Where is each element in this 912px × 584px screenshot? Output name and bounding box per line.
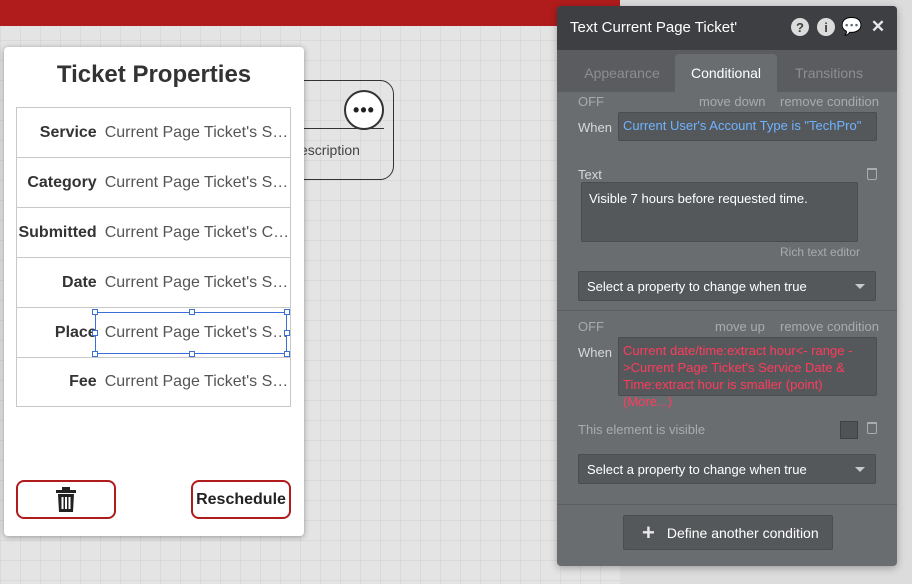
resize-handle[interactable] [284,330,290,336]
move-down-link[interactable]: move down [699,94,765,109]
property-row-submitted[interactable]: Submitted Current Page Ticket's Cr... [17,208,290,258]
canvas-element-text: escription [300,142,360,158]
tab-appearance[interactable]: Appearance [569,54,675,92]
property-label: Category [27,173,97,191]
info-icon[interactable]: i [817,18,835,36]
trash-icon [56,486,76,512]
property-dropdown[interactable]: Select a property to change when true [578,271,876,301]
panel-header: Text Current Page Ticket' ? i 💬 ✕ [557,6,897,50]
trash-icon[interactable] [867,168,877,180]
condition-divider [557,310,897,311]
property-name: Text [578,167,602,182]
property-value[interactable]: Current Page Ticket's Se... [105,373,290,391]
dropdown-label: Select a property to change when true [587,278,807,294]
tab-transitions[interactable]: Transitions [777,54,881,92]
property-label: Fee [69,373,97,390]
define-condition-label: Define another condition [666,524,819,541]
condition-status[interactable]: OFF [578,319,604,334]
resize-handle[interactable] [189,309,195,315]
delete-button[interactable] [16,480,116,519]
remove-condition-link[interactable]: remove condition [780,319,879,334]
when-label: When [578,120,612,135]
define-condition-button[interactable]: + Define another condition [623,515,833,550]
properties-table: Service Current Page Ticket's Se... Cate… [16,107,291,407]
ticket-properties-popup: Ticket Properties Service Current Page T… [4,47,304,536]
selection-outline[interactable] [92,309,290,357]
property-dropdown[interactable]: Select a property to change when true [578,454,876,484]
resize-handle[interactable] [92,330,98,336]
reschedule-button[interactable]: Reschedule [191,480,291,519]
trash-icon[interactable] [867,422,877,434]
property-row-fee[interactable]: Fee Current Page Ticket's Se... [17,358,290,406]
property-row-service[interactable]: Service Current Page Ticket's Se... [17,108,290,158]
property-row-category[interactable]: Category Current Page Ticket's Se... [17,158,290,208]
resize-handle[interactable] [189,351,195,357]
condition-expression[interactable]: Current User's Account Type is "TechPro" [618,112,877,141]
close-icon[interactable]: ✕ [869,17,887,36]
property-label: Service [39,123,97,141]
conditional-inspector-panel: Text Current Page Ticket' ? i 💬 ✕ Appear… [557,6,897,566]
visible-label: This element is visible [578,422,706,437]
move-up-link[interactable]: move up [715,319,765,334]
canvas-element-divider [300,128,384,129]
property-value[interactable]: Current Page Ticket's Cr... [105,224,290,242]
property-label: Date [62,273,97,291]
panel-tabs: Appearance Conditional Transitions [557,50,897,92]
property-label: Submitted [18,223,97,241]
top-bar [0,0,620,26]
chevron-down-icon [855,467,865,472]
comment-icon[interactable]: 💬 [841,17,862,36]
resize-handle[interactable] [284,309,290,315]
property-label: Place [54,323,97,341]
rich-text-editor-link[interactable]: Rich text editor [780,245,860,259]
property-value[interactable]: Current Page Ticket's Se... [105,124,290,142]
condition-status[interactable]: OFF [578,94,604,109]
tab-conditional[interactable]: Conditional [675,54,777,92]
property-row-place[interactable]: Place Current Page Ticket's Se... [17,308,290,358]
plus-icon: + [642,519,655,545]
resize-handle[interactable] [92,351,98,357]
remove-condition-link[interactable]: remove condition [780,94,879,109]
resize-handle[interactable] [92,309,98,315]
property-value[interactable]: Current Page Ticket's Se... [105,174,290,192]
text-value-field[interactable]: Visible 7 hours before requested time. [581,182,858,242]
resize-handle[interactable] [284,351,290,357]
dropdown-label: Select a property to change when true [587,461,807,477]
chevron-down-icon [855,284,865,289]
visible-checkbox[interactable] [840,421,858,439]
when-label: When [578,345,612,360]
property-row-date[interactable]: Date Current Page Ticket's Se... [17,258,290,308]
property-value[interactable]: Current Page Ticket's Se... [105,274,290,292]
condition-divider [557,504,897,505]
ellipsis-icon[interactable]: ••• [344,90,384,130]
popup-title: Ticket Properties [56,61,252,88]
panel-title: Text Current Page Ticket' [570,19,738,36]
condition-expression[interactable]: Current date/time:extract hour<- range -… [618,337,877,409]
help-icon[interactable]: ? [791,18,809,36]
